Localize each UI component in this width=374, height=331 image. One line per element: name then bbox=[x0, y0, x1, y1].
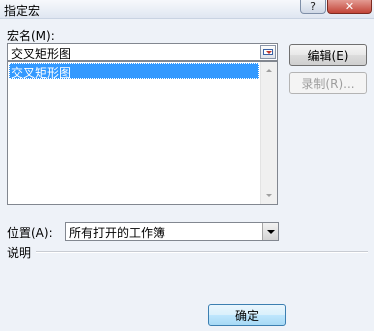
scroll-down-button[interactable] bbox=[261, 187, 277, 204]
collapse-dialog-button[interactable] bbox=[260, 45, 276, 59]
close-icon: ✕ bbox=[344, 0, 355, 13]
chevron-down-icon bbox=[266, 229, 275, 234]
title-bar: 指定宏 ? ✕ bbox=[0, 0, 374, 19]
ok-button[interactable]: 确定 bbox=[208, 304, 286, 326]
dialog-title: 指定宏 bbox=[4, 4, 41, 18]
macro-list[interactable]: 交叉矩形图 bbox=[7, 61, 278, 205]
scroll-up-icon bbox=[266, 69, 272, 72]
description-divider bbox=[36, 251, 368, 253]
location-label: 位置(A): bbox=[7, 226, 53, 240]
list-scrollbar[interactable] bbox=[260, 62, 277, 204]
description-label: 说明 bbox=[7, 246, 32, 260]
assign-macro-dialog: 指定宏 ? ✕ 宏名(M): 交叉矩形图 交叉矩形图 编辑(E) 录制(R)..… bbox=[0, 0, 374, 331]
help-icon: ? bbox=[310, 0, 316, 13]
macro-list-item[interactable]: 交叉矩形图 bbox=[9, 63, 259, 80]
macro-name-value: 交叉矩形图 bbox=[11, 47, 72, 61]
close-button[interactable]: ✕ bbox=[327, 0, 372, 14]
scroll-up-button[interactable] bbox=[261, 62, 277, 79]
edit-button[interactable]: 编辑(E) bbox=[289, 44, 367, 66]
scroll-down-icon bbox=[266, 194, 272, 197]
location-select[interactable]: 所有打开的工作簿 bbox=[65, 222, 279, 241]
macro-name-input[interactable]: 交叉矩形图 bbox=[7, 43, 278, 61]
record-button[interactable]: 录制(R)... bbox=[289, 72, 367, 94]
location-value: 所有打开的工作簿 bbox=[69, 226, 166, 240]
collapse-arrow-icon bbox=[266, 51, 272, 54]
macro-name-label: 宏名(M): bbox=[7, 29, 55, 43]
location-dropdown-button[interactable] bbox=[262, 223, 278, 240]
macro-list-item-label: 交叉矩形图 bbox=[11, 66, 72, 80]
help-button[interactable]: ? bbox=[300, 0, 326, 14]
